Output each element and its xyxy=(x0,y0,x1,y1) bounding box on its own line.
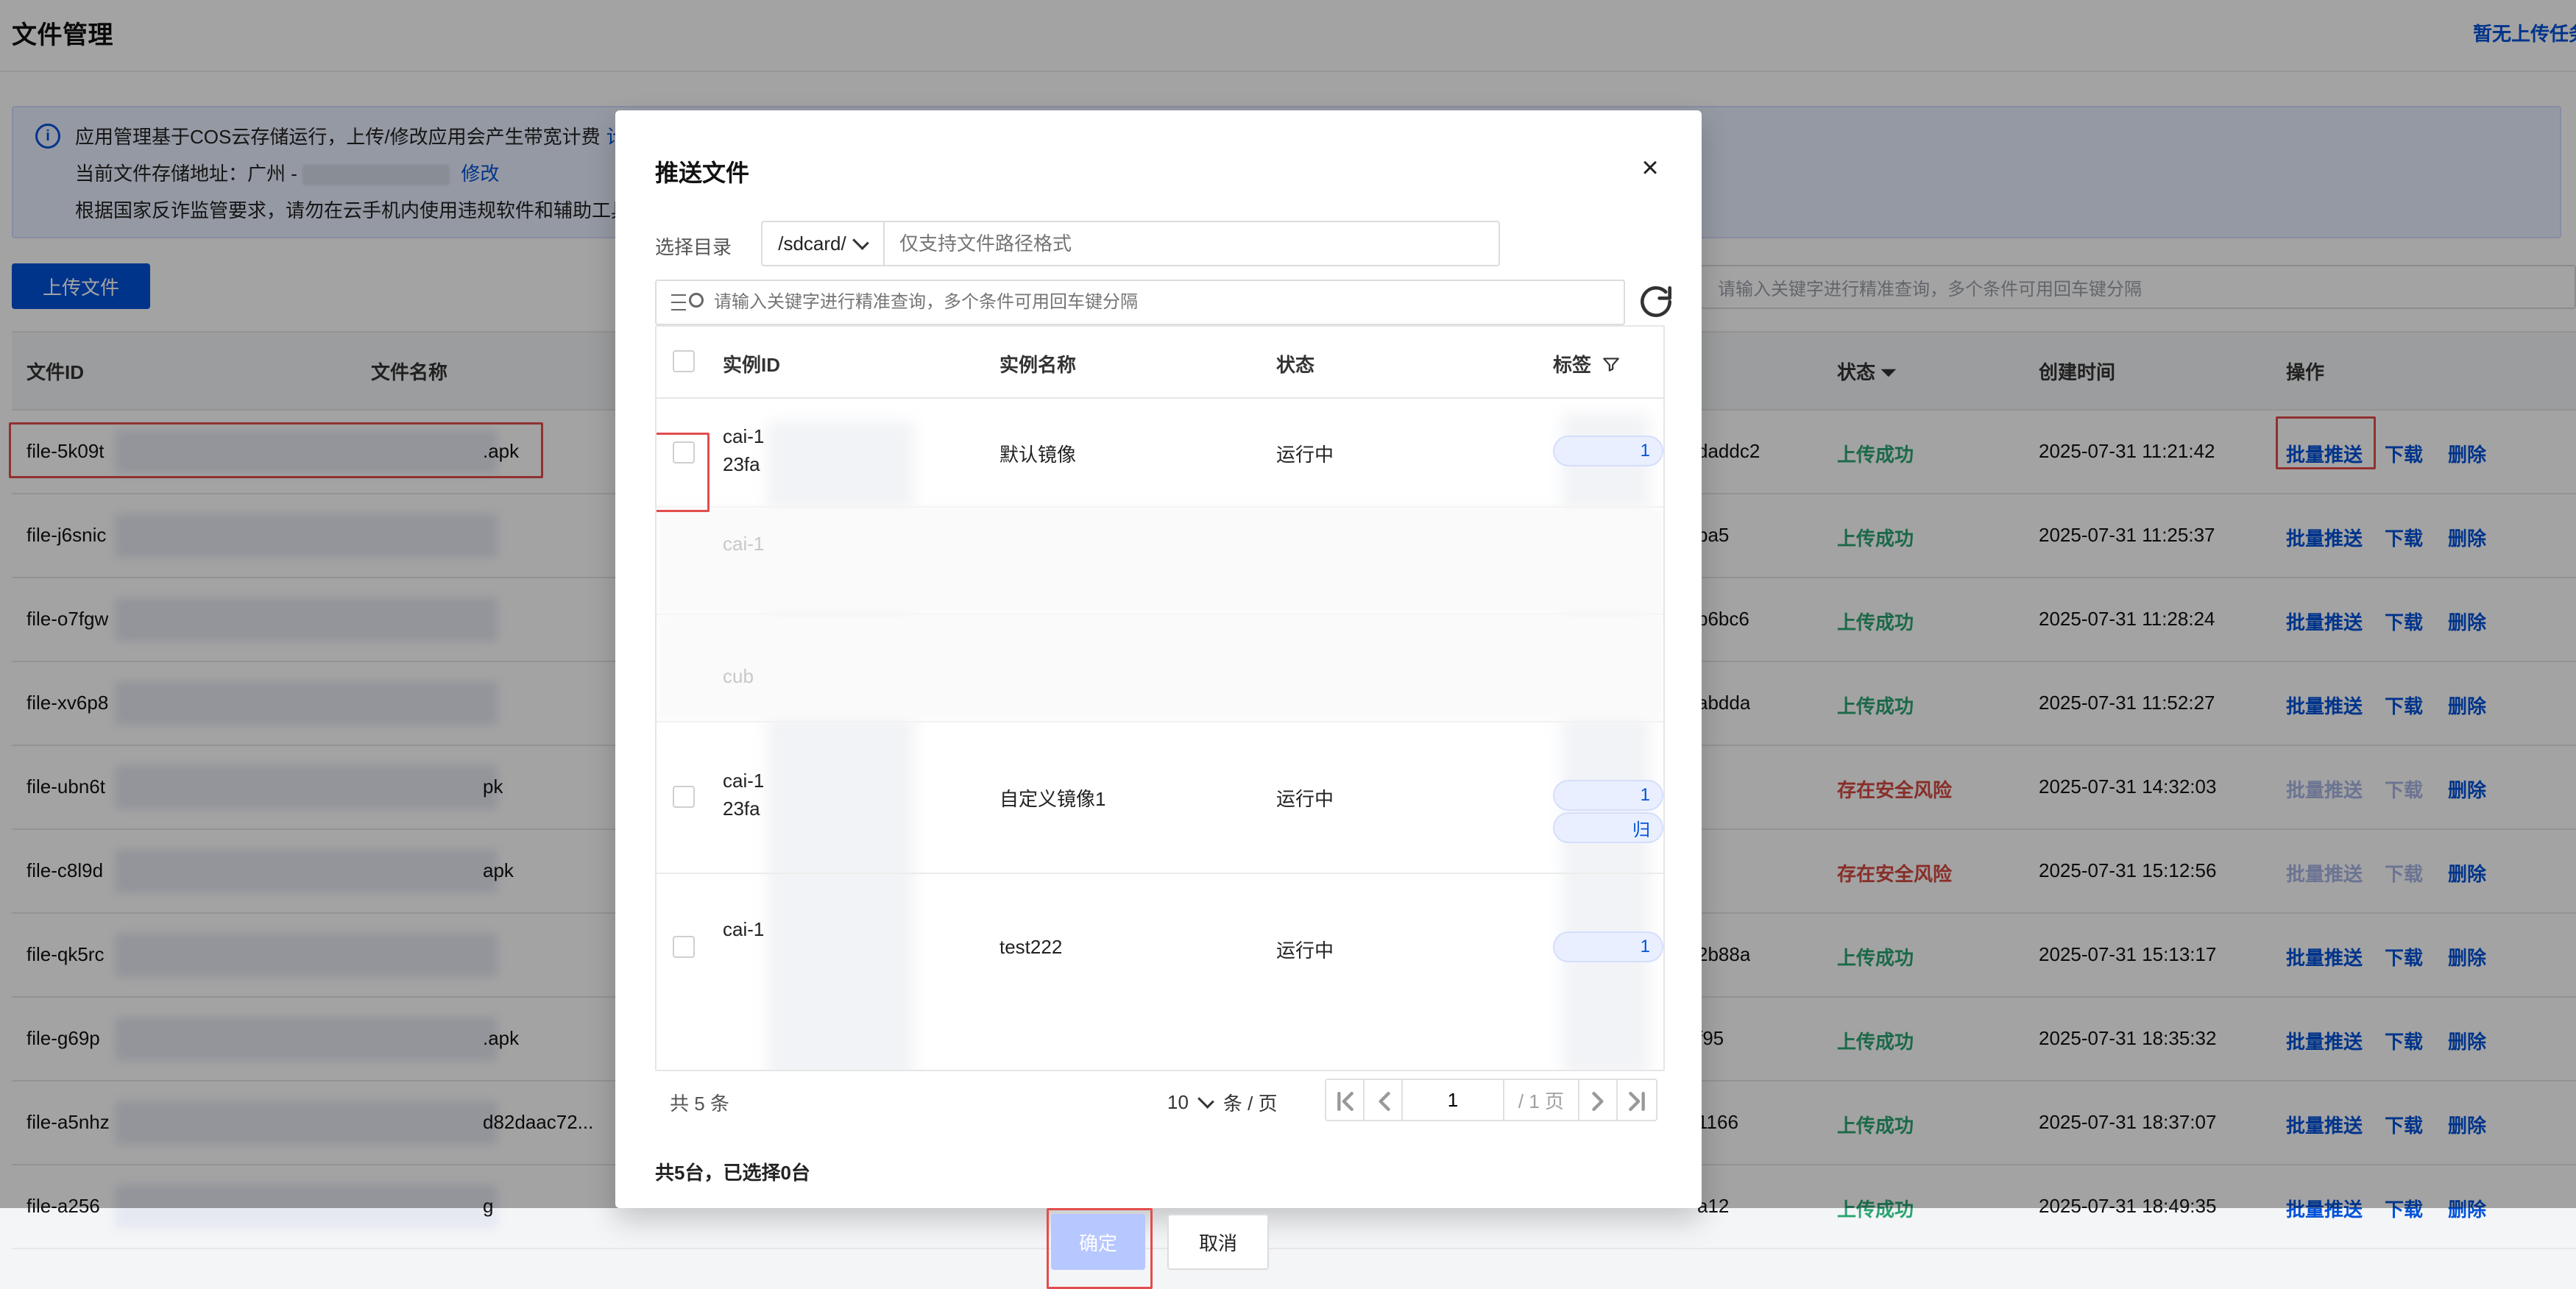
selection-summary: 共5台，已选择0台 xyxy=(655,1162,810,1184)
chevron-left-icon xyxy=(1379,1092,1390,1111)
cancel-button[interactable]: 取消 xyxy=(1167,1214,1269,1270)
chevron-down-icon xyxy=(852,232,869,250)
instance-id-line1: cub xyxy=(723,665,754,687)
directory-control: /sdcard/ xyxy=(761,221,1500,266)
first-page-button[interactable] xyxy=(1326,1080,1365,1120)
directory-select[interactable]: /sdcard/ xyxy=(762,222,885,265)
th-tag-label: 标签 xyxy=(1553,354,1592,376)
th-tag: 标签 xyxy=(1553,350,1621,377)
refresh-icon xyxy=(1641,285,1671,317)
list-item: cai-1 23fa 自定义镜像1 运行中 1 归 xyxy=(657,721,1663,874)
instance-id-line1: cai-1 xyxy=(723,425,765,447)
first-page-icon xyxy=(1337,1092,1354,1111)
dir-label: 选择目录 xyxy=(655,236,732,258)
chevron-down-icon xyxy=(1197,1092,1214,1109)
instance-name: 默认镜像 xyxy=(999,444,1077,466)
instance-name: 自定义镜像1 xyxy=(999,788,1106,810)
tag-pill: 归 xyxy=(1553,812,1663,843)
instance-search xyxy=(655,280,1625,325)
th-instance-id: 实例ID xyxy=(723,354,781,376)
last-page-icon xyxy=(1629,1092,1645,1111)
instance-id-line1: cai-1 xyxy=(723,918,765,940)
instance-id-line2: 23fa xyxy=(723,453,760,475)
instance-table-header: 实例ID 实例名称 状态 标签 xyxy=(657,327,1663,399)
filter-search-icon xyxy=(671,293,707,312)
list-item: cai-1 test222 运行中 1 xyxy=(657,873,1663,1070)
instance-table: 实例ID 实例名称 状态 标签 cai-1 23fa 默认镜像 运行中 1 ca… xyxy=(655,325,1665,1071)
page-size-value: 10 xyxy=(1167,1091,1189,1113)
list-item: cai-1 xyxy=(657,506,1663,615)
chevron-right-icon xyxy=(1592,1092,1604,1111)
highlight-confirm-button xyxy=(1047,1208,1153,1289)
list-item: cub xyxy=(657,614,1663,722)
instance-name: test222 xyxy=(999,936,1063,958)
modal-title: 推送文件 xyxy=(655,160,750,186)
instance-id-line2: 23fa xyxy=(723,798,760,820)
instance-table-body: cai-1 23fa 默认镜像 运行中 1 cai-1 cub cai-1 23… xyxy=(657,399,1663,1070)
next-page-button[interactable] xyxy=(1579,1080,1618,1120)
tag-pill: 1 xyxy=(1553,780,1663,811)
row-checkbox[interactable] xyxy=(673,786,695,808)
filter-icon[interactable] xyxy=(1602,355,1621,374)
directory-path-input[interactable] xyxy=(885,221,1498,266)
instance-table-footer: 共 5 条 10 条 / 页 / 1 页 xyxy=(655,1079,1662,1123)
th-instance-name: 实例名称 xyxy=(999,354,1077,376)
select-all-checkbox[interactable] xyxy=(673,350,695,372)
push-file-modal: 推送文件 × 选择目录 /sdcard/ 实例ID 实例名称 状态 标签 xyxy=(615,110,1702,1289)
instance-id-line1: cai-1 xyxy=(723,533,765,555)
highlight-row-checkbox xyxy=(657,433,710,512)
instance-id-line1: cai-1 xyxy=(723,770,765,792)
prev-page-button[interactable] xyxy=(1365,1080,1403,1120)
page-size-unit: 条 / 页 xyxy=(1222,1093,1278,1115)
page-total: / 1 页 xyxy=(1504,1080,1579,1120)
pagination: / 1 页 xyxy=(1325,1079,1657,1121)
page-number-input[interactable] xyxy=(1403,1080,1504,1120)
row-checkbox[interactable] xyxy=(673,936,695,958)
last-page-button[interactable] xyxy=(1618,1080,1656,1120)
instance-search-input[interactable] xyxy=(707,280,1624,324)
instance-status: 运行中 xyxy=(1276,788,1334,810)
th-instance-status: 状态 xyxy=(1276,354,1315,376)
total-count: 共 5 条 xyxy=(670,1093,729,1115)
tag-pill: 1 xyxy=(1553,931,1663,962)
close-icon: × xyxy=(1641,152,1659,184)
list-item: cai-1 23fa 默认镜像 运行中 1 xyxy=(657,399,1663,508)
instance-status: 运行中 xyxy=(1276,940,1334,962)
close-button[interactable]: × xyxy=(1634,152,1666,184)
page-size-select[interactable]: 10 条 / 页 xyxy=(1167,1089,1278,1116)
refresh-button[interactable] xyxy=(1635,281,1677,322)
tag-pill: 1 xyxy=(1553,436,1663,466)
instance-status: 运行中 xyxy=(1276,444,1334,466)
directory-select-value: /sdcard/ xyxy=(778,232,846,255)
